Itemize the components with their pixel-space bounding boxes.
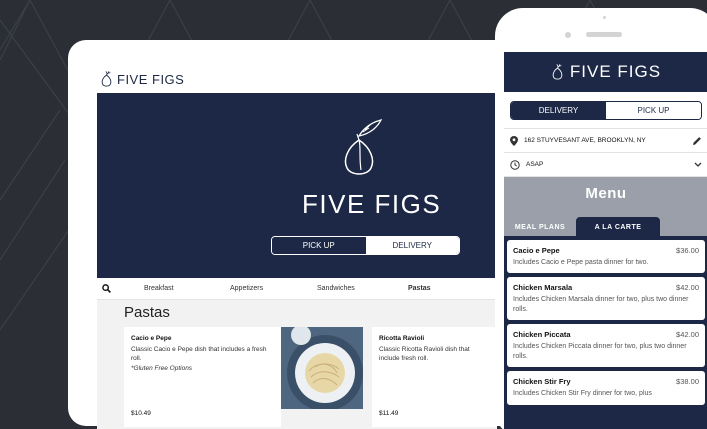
item-title: Chicken Stir Fry [513, 377, 571, 387]
item-price: $42.00 [676, 283, 699, 293]
tab-appetizers[interactable]: Appetizers [230, 285, 263, 292]
tab-sandwiches[interactable]: Sandwiches [317, 285, 355, 292]
card-price: $10.49 [131, 410, 151, 417]
fig-logo-icon[interactable] [100, 70, 113, 88]
phone-screen: FIVE FIGS DELIVERY PICK UP 162 STUYVESAN… [504, 52, 707, 429]
search-button[interactable] [97, 284, 117, 293]
order-type-toggle: DELIVERY PICK UP [510, 100, 702, 120]
search-icon [102, 284, 111, 293]
hero-banner: FIVE FIGS PICK UP DELIVERY [97, 93, 497, 278]
item-description: Includes Cacio e Pepe pasta dinner for t… [513, 259, 649, 266]
site-logo-text[interactable]: FIVE FIGS [117, 72, 184, 87]
phone-speaker [586, 32, 622, 37]
card-note: *Gluten Free Options [131, 365, 193, 373]
menu-item[interactable]: Cacio e Pepe $36.00 Includes Cacio e Pep… [507, 240, 705, 274]
section-title: Pastas [124, 304, 170, 321]
pastas-section: Pastas Cacio e Pepe Classic Cacio e Pepe… [97, 300, 497, 429]
tab-breakfast[interactable]: Breakfast [144, 285, 174, 292]
tab-meal-plans[interactable]: MEAL PLANS [504, 217, 576, 237]
menu-card[interactable]: Cacio e Pepe Classic Cacio e Pepe dish t… [124, 327, 281, 427]
delivery-option[interactable]: DELIVERY [511, 101, 606, 119]
order-type-bar: DELIVERY PICK UP [504, 92, 707, 128]
item-price: $38.00 [676, 377, 699, 387]
pasta-photo [281, 327, 363, 409]
item-description: Includes Chicken Stir Fry dinner for two… [513, 390, 652, 398]
phone-frame: FIVE FIGS DELIVERY PICK UP 162 STUYVESAN… [495, 8, 707, 429]
card-title: Cacio e Pepe [131, 335, 172, 342]
pasta-image [281, 327, 363, 409]
card-price: $11.49 [379, 410, 399, 417]
laptop-frame: FIVE FIGS FIVE FIGS PICK UP DELIVERY Bre… [68, 40, 528, 429]
menu-item[interactable]: Chicken Piccata $42.00 Includes Chicken … [507, 324, 705, 368]
delivery-time: ASAP [526, 161, 544, 168]
phone-camera [565, 32, 571, 38]
tab-pastas[interactable]: Pastas [408, 285, 431, 292]
item-description: Includes Chicken Marsala dinner for two,… [513, 296, 689, 313]
menu-item[interactable]: Chicken Marsala $42.00 Includes Chicken … [507, 277, 705, 321]
site-header: FIVE FIGS [97, 65, 497, 93]
time-row[interactable]: ASAP [504, 152, 707, 176]
location-pin-icon [510, 135, 518, 146]
phone-sensor [603, 16, 606, 19]
card-description: Classic Ricotta Ravioli dish that includ… [379, 346, 470, 363]
card-description: Classic Cacio e Pepe dish that includes … [131, 346, 267, 363]
menu-card[interactable]: Ricotta Ravioli Classic Ricotta Ravioli … [372, 327, 497, 427]
edit-pencil-icon[interactable] [692, 136, 702, 146]
order-type-toggle: PICK UP DELIVERY [271, 236, 460, 255]
pickup-option[interactable]: PICK UP [272, 237, 366, 254]
chevron-down-icon[interactable] [694, 162, 702, 168]
category-tabs: Breakfast Appetizers Sandwiches Pastas [97, 278, 497, 300]
address-row[interactable]: 162 STUYVESANT AVE, BROOKLYN, NY [504, 128, 707, 152]
item-price: $36.00 [676, 246, 699, 255]
item-title: Chicken Marsala [513, 283, 573, 293]
delivery-option[interactable]: DELIVERY [365, 237, 459, 254]
item-description: Includes Chicken Piccata dinner for two,… [513, 343, 687, 360]
pickup-option[interactable]: PICK UP [606, 101, 701, 119]
item-title: Chicken Piccata [513, 330, 571, 340]
card-title: Ricotta Ravioli [379, 335, 425, 342]
fig-logo-icon [552, 64, 563, 80]
menu-item-list: Cacio e Pepe $36.00 Includes Cacio e Pep… [504, 236, 707, 429]
tab-a-la-carte[interactable]: A LA CARTE [576, 217, 660, 237]
app-logo-text[interactable]: FIVE FIGS [570, 62, 661, 82]
item-price: $42.00 [676, 330, 699, 340]
delivery-address: 162 STUYVESANT AVE, BROOKLYN, NY [524, 137, 646, 144]
laptop-screen: FIVE FIGS FIVE FIGS PICK UP DELIVERY Bre… [97, 65, 497, 429]
fig-logo-icon [344, 119, 383, 175]
hero-title: FIVE FIGS [302, 189, 442, 219]
clock-icon [510, 159, 520, 170]
menu-item[interactable]: Chicken Stir Fry $38.00 Includes Chicken… [507, 371, 705, 405]
menu-title: Menu [585, 185, 627, 202]
item-title: Cacio e Pepe [513, 246, 560, 255]
app-header: FIVE FIGS [504, 52, 707, 92]
menu-header: Menu MEAL PLANS A LA CARTE [504, 176, 707, 237]
